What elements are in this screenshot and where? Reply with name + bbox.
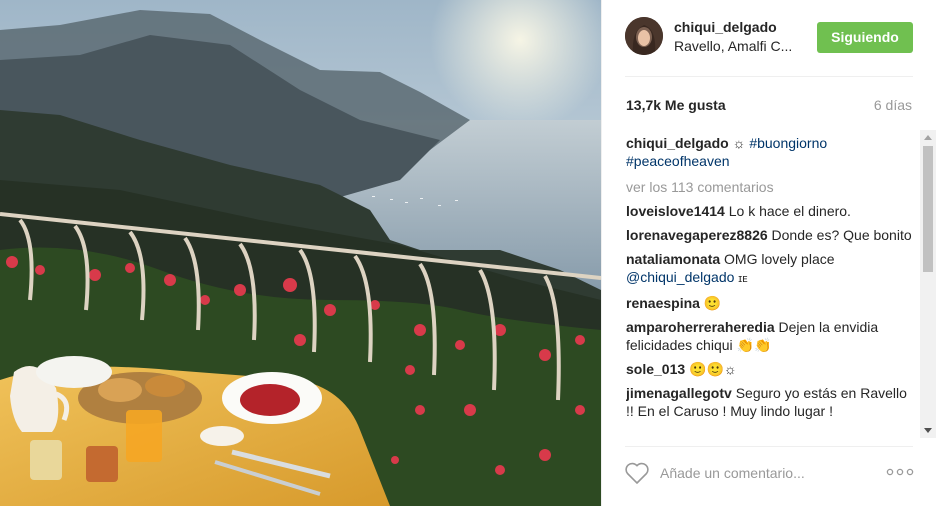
add-comment-input[interactable] bbox=[660, 463, 880, 483]
list-item: amparoherreraheredia Dejen la envidia fe… bbox=[626, 318, 916, 354]
comment-text: Donde es? Que bonito bbox=[771, 227, 912, 243]
hashtag-buongiorno[interactable]: #buongiorno bbox=[749, 135, 827, 151]
header-divider bbox=[625, 76, 913, 77]
comment-text: OMG lovely place bbox=[724, 251, 835, 267]
comment-mention[interactable]: @chiqui_delgado bbox=[626, 269, 734, 285]
post-header: chiqui_delgado Ravello, Amalfi C... Sigu… bbox=[602, 0, 936, 76]
avatar-image bbox=[625, 17, 663, 55]
comment-text-suffix: ɪᴇ bbox=[738, 273, 748, 285]
post-author-username[interactable]: chiqui_delgado bbox=[674, 19, 777, 35]
post-photo[interactable] bbox=[0, 0, 601, 506]
comments-list: chiqui_delgado ☼ #buongiorno #peaceofhea… bbox=[626, 134, 916, 439]
comment-username[interactable]: lorenavegaperez8826 bbox=[626, 227, 768, 243]
caption-username[interactable]: chiqui_delgado bbox=[626, 135, 729, 151]
comment-text: 🙂 bbox=[703, 295, 722, 311]
scroll-down-arrow-icon[interactable] bbox=[924, 428, 932, 433]
list-item: nataliamonata OMG lovely place @chiqui_d… bbox=[626, 250, 916, 288]
comment-username[interactable]: loveislove1414 bbox=[626, 203, 725, 219]
comment-username[interactable]: nataliamonata bbox=[626, 251, 720, 267]
more-options-icon[interactable] bbox=[886, 467, 914, 477]
list-item: sole_013 🙂🙂☼ bbox=[626, 360, 916, 378]
comments-scrollbar[interactable] bbox=[920, 130, 936, 438]
comment-username[interactable]: jimenagallegotv bbox=[626, 385, 732, 401]
comment-username[interactable]: renaespina bbox=[626, 295, 700, 311]
comment-username[interactable]: amparoherreraheredia bbox=[626, 319, 775, 335]
list-item: lorenavegaperez8826 Donde es? Que bonito bbox=[626, 226, 916, 244]
following-button[interactable]: Siguiendo bbox=[817, 22, 913, 53]
caption-emoji: ☼ bbox=[732, 135, 746, 151]
comment-text: 🙂🙂☼ bbox=[689, 361, 737, 377]
amalfi-coast-breakfast-photo bbox=[0, 0, 601, 506]
scrollbar-thumb[interactable] bbox=[923, 146, 933, 272]
comment-text: Lo k hace el dinero. bbox=[728, 203, 851, 219]
comment-username[interactable]: sole_013 bbox=[626, 361, 685, 377]
hashtag-peaceofheaven[interactable]: #peaceofheaven bbox=[626, 153, 730, 169]
post-location[interactable]: Ravello, Amalfi C... bbox=[674, 38, 792, 54]
caption: chiqui_delgado ☼ #buongiorno #peaceofhea… bbox=[626, 134, 916, 170]
likes-count[interactable]: 13,7k Me gusta bbox=[626, 97, 726, 113]
avatar[interactable] bbox=[625, 17, 663, 55]
list-item: loveislove1414 Lo k hace el dinero. bbox=[626, 202, 916, 220]
comment-composer bbox=[602, 447, 936, 506]
post-side-panel: chiqui_delgado Ravello, Amalfi C... Sigu… bbox=[601, 0, 936, 506]
list-item: jimenagallegotv Seguro yo estás en Ravel… bbox=[626, 384, 916, 420]
heart-outline-icon[interactable] bbox=[624, 461, 650, 485]
post-time[interactable]: 6 días bbox=[874, 97, 912, 113]
list-item: renaespina 🙂 bbox=[626, 294, 916, 312]
scroll-up-arrow-icon[interactable] bbox=[924, 135, 932, 140]
view-all-comments-link[interactable]: ver los 113 comentarios bbox=[626, 178, 916, 196]
